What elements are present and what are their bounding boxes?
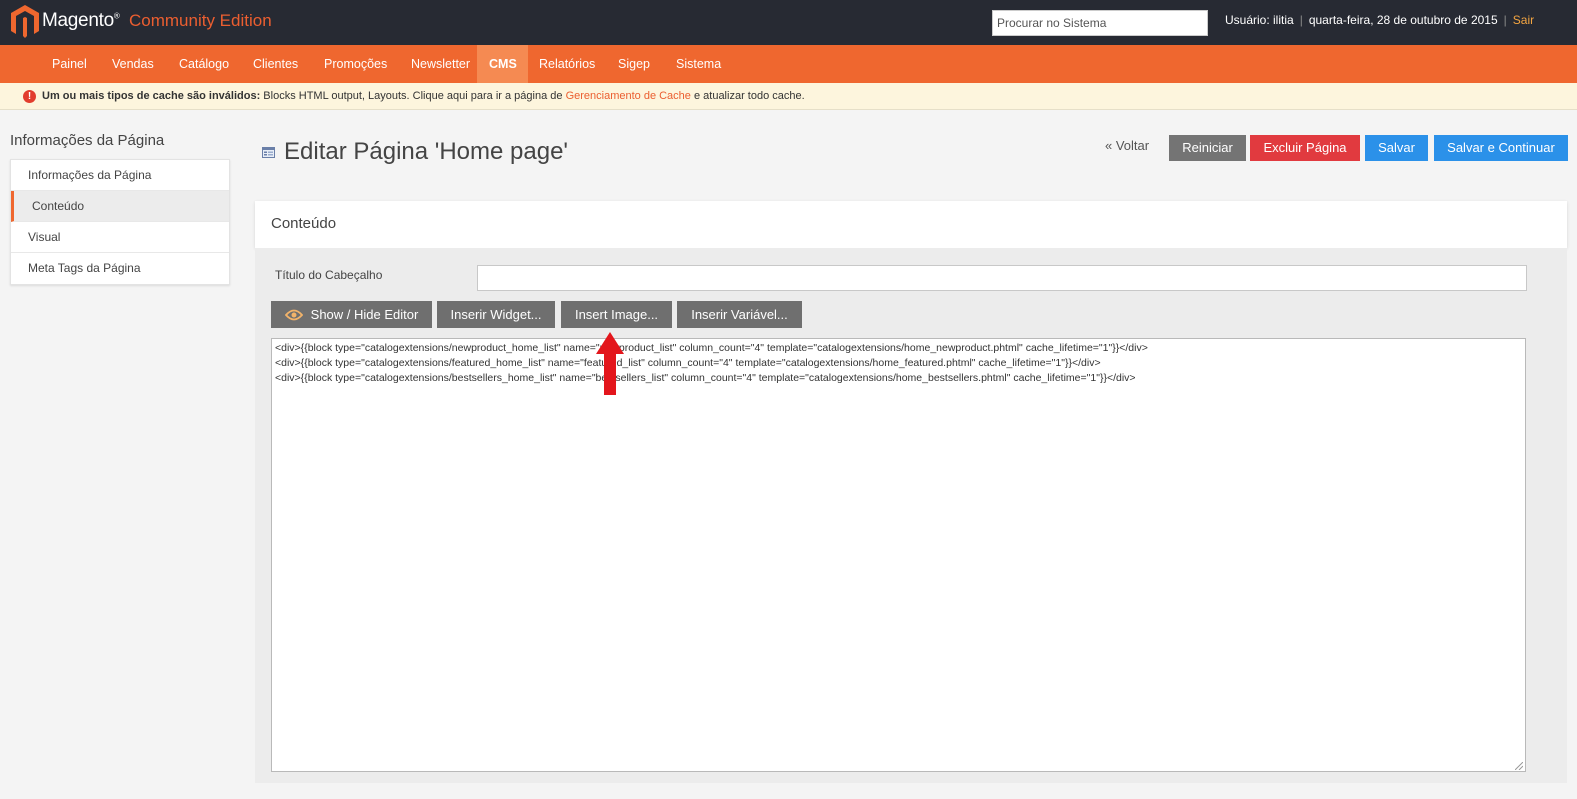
page-edit-icon [262, 147, 275, 158]
insert-widget-button[interactable]: Inserir Widget... [437, 301, 555, 328]
save-button[interactable]: Salvar [1365, 135, 1428, 161]
nav-item-vendas[interactable]: Vendas [100, 45, 166, 83]
error-icon: ! [23, 90, 36, 103]
sidebar-item-content[interactable]: Conteúdo [11, 191, 229, 222]
content-editor-textarea[interactable]: <div>{{block type="catalogextensions/new… [271, 338, 1526, 772]
sidebar-title: Informações da Página [10, 132, 165, 149]
notice-body: Blocks HTML output, Layouts. Clique aqui… [260, 90, 566, 102]
sidebar-item-page-info[interactable]: Informações da Página [11, 160, 229, 191]
sidebar-item-meta-tags[interactable]: Meta Tags da Página [11, 253, 229, 284]
notice-text: Um ou mais tipos de cache são inválidos:… [42, 90, 805, 102]
eye-icon [284, 309, 303, 320]
save-and-continue-button[interactable]: Salvar e Continuar [1434, 135, 1568, 161]
main-nav: Painel Vendas Catálogo Clientes Promoçõe… [0, 45, 1577, 83]
magento-logo-icon[interactable] [10, 5, 40, 39]
nav-item-catalogo[interactable]: Catálogo [167, 45, 241, 83]
heading-title-label: Título do Cabeçalho [275, 268, 383, 282]
nav-item-cms[interactable]: CMS [477, 45, 528, 83]
show-hide-editor-label: Show / Hide Editor [310, 307, 419, 322]
nav-item-relatorios[interactable]: Relatórios [527, 45, 607, 83]
heading-title-input[interactable] [477, 265, 1527, 291]
content-section-title: Conteúdo [271, 215, 337, 232]
user-info: Usuário: ilitia | quarta-feira, 28 de outu… [1225, 13, 1535, 27]
nav-item-sigep[interactable]: Sigep [606, 45, 662, 83]
notice-bold: Um ou mais tipos de cache são inválidos: [42, 90, 261, 102]
editor-line: <div>{{block type="catalogextensions/fea… [275, 357, 1101, 369]
cache-management-link[interactable]: Gerenciamento de Cache [566, 90, 691, 102]
nav-item-promocoes[interactable]: Promoções [312, 45, 399, 83]
back-button[interactable]: « Voltar [1105, 138, 1149, 153]
logo-edition: Community Edition [129, 11, 272, 30]
global-search-input[interactable] [992, 10, 1208, 36]
user-name: Usuário: ilitia [1225, 13, 1294, 27]
red-up-arrow-icon [596, 332, 624, 395]
page-title: Editar Página 'Home page' [284, 138, 569, 165]
nav-item-sistema[interactable]: Sistema [664, 45, 733, 83]
sidebar-item-design[interactable]: Visual [11, 222, 229, 253]
content-section-header: Conteúdo [255, 201, 1567, 248]
delete-page-button[interactable]: Excluir Página [1250, 135, 1360, 161]
logo-wordmark: Magento® [42, 10, 120, 31]
nav-item-clientes[interactable]: Clientes [241, 45, 310, 83]
editor-line: <div>{{block type="catalogextensions/new… [275, 342, 1148, 354]
notice-tail: e atualizar todo cache. [690, 90, 805, 102]
editor-line: <div>{{block type="catalogextensions/bes… [275, 372, 1136, 384]
insert-variable-button[interactable]: Inserir Variável... [677, 301, 802, 328]
top-header: Magento® Community Edition Usuário: ilit… [0, 0, 1577, 45]
nav-item-painel[interactable]: Painel [40, 45, 99, 83]
nav-item-newsletter[interactable]: Newsletter [399, 45, 482, 83]
current-date: quarta-feira, 28 de outubro de 2015 [1308, 13, 1498, 27]
reset-button[interactable]: Reiniciar [1169, 135, 1246, 161]
show-hide-editor-button[interactable]: Show / Hide Editor [271, 301, 432, 328]
insert-image-button[interactable]: Insert Image... [561, 301, 672, 328]
sidebar-tabs: Informações da Página Conteúdo Visual Me… [10, 159, 230, 285]
logout-link[interactable]: Sair [1513, 13, 1534, 27]
cache-notice: ! Um ou mais tipos de cache são inválido… [0, 83, 1577, 110]
resize-handle-icon[interactable] [1515, 762, 1523, 770]
